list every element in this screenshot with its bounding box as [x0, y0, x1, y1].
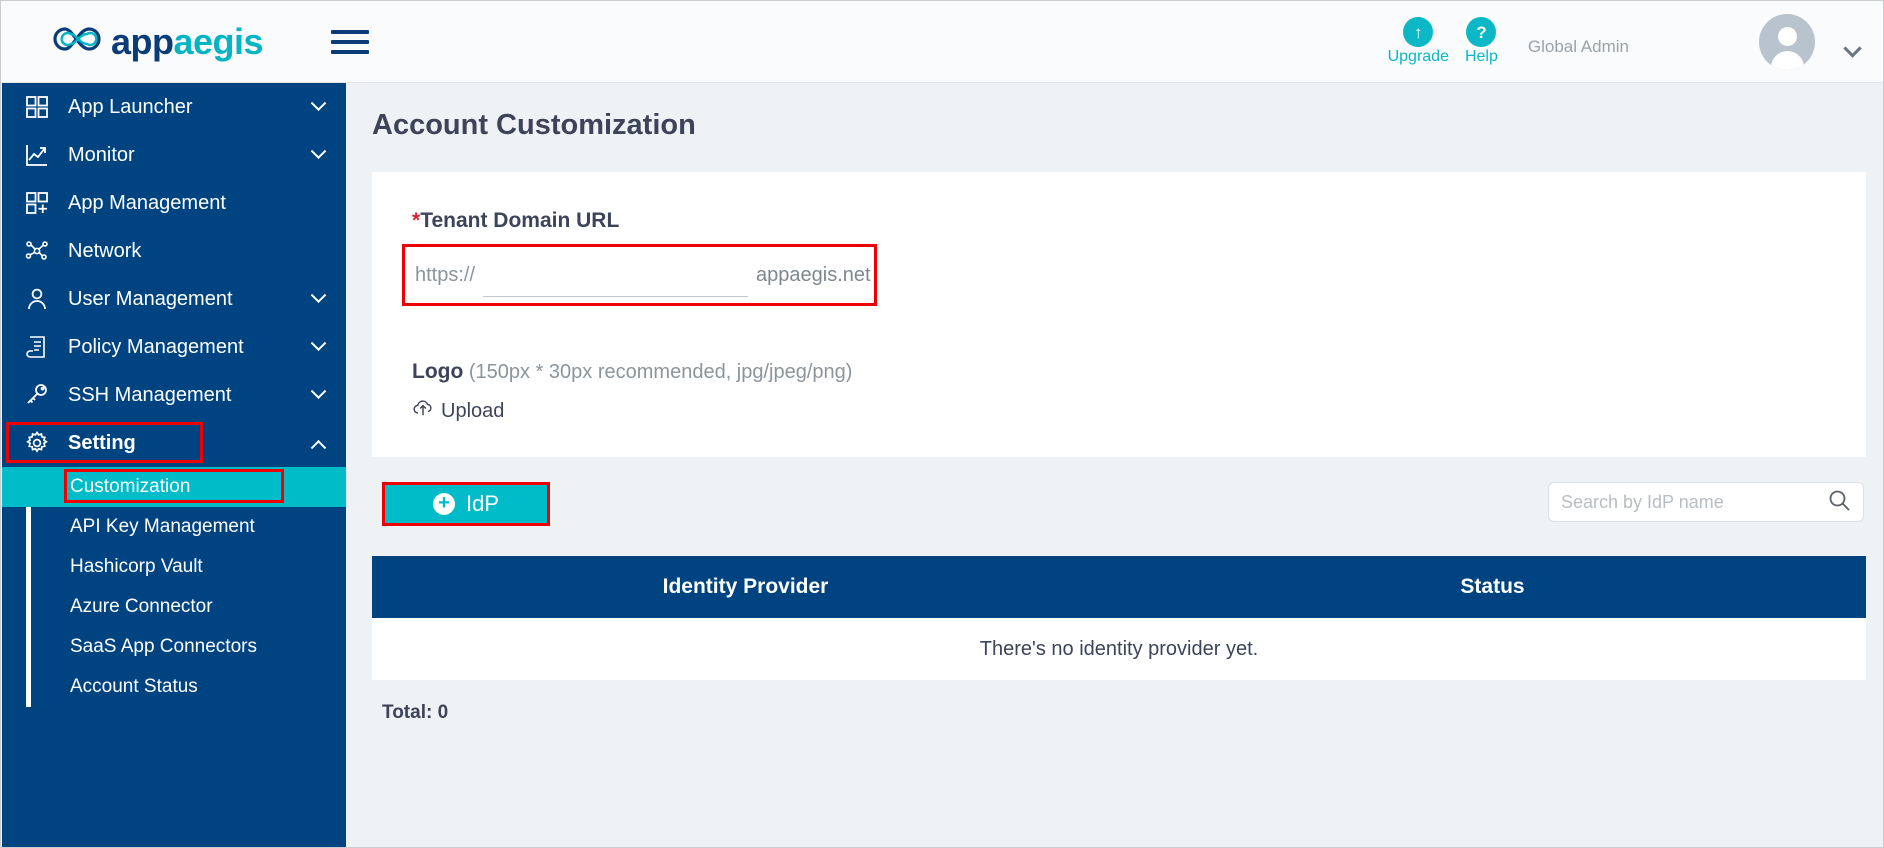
- sidebar-item-user-management[interactable]: User Management: [2, 275, 346, 323]
- sidebar-item-label: App Management: [68, 191, 226, 214]
- chevron-up-icon[interactable]: [310, 439, 327, 456]
- grid-icon: [16, 95, 58, 119]
- question-mark-icon: ?: [1466, 17, 1497, 47]
- sidebar-item-monitor[interactable]: Monitor: [2, 131, 346, 179]
- upgrade-label: Upgrade: [1387, 48, 1449, 65]
- sidebar-subitem-label: Azure Connector: [70, 596, 213, 617]
- sidebar-item-azure-connector[interactable]: Azure Connector: [2, 587, 346, 627]
- avatar-body: [1770, 50, 1804, 70]
- search-input[interactable]: [1561, 491, 1827, 513]
- total-count-label: Total: 0: [382, 702, 449, 723]
- sidebar-item-hashicorp-vault[interactable]: Hashicorp Vault: [2, 547, 346, 587]
- hamburger-bar: [331, 49, 370, 54]
- sidebar-item-label: SSH Management: [68, 383, 232, 406]
- customization-card: *Tenant Domain URL https:// appaegis.net…: [372, 172, 1866, 457]
- sidebar-subitem-label: SaaS App Connectors: [70, 636, 257, 657]
- tenant-domain-field-group: https:// appaegis.net: [402, 244, 877, 306]
- table-empty-message: There's no identity provider yet.: [372, 618, 1866, 680]
- page-title: Account Customization: [372, 109, 696, 141]
- help-button[interactable]: ? Help: [1465, 17, 1498, 66]
- sidebar-submenu-setting: Customization API Key Management Hashico…: [2, 467, 346, 707]
- sidebar: App Launcher Monitor App Management Netw…: [2, 83, 346, 847]
- sidebar-item-label: Policy Management: [68, 335, 244, 358]
- sidebar-item-policy-management[interactable]: Policy Management: [2, 323, 346, 371]
- avatar-head: [1777, 26, 1797, 46]
- add-idp-label: IdP: [465, 491, 500, 516]
- upgrade-button[interactable]: ↑ Upgrade: [1388, 17, 1449, 66]
- protocol-prefix: https://: [415, 263, 476, 286]
- chevron-down-icon[interactable]: [310, 334, 327, 351]
- network-nodes-icon: [16, 239, 58, 263]
- document-scroll-icon: [16, 335, 58, 359]
- hamburger-bar: [331, 29, 370, 34]
- upload-label: Upload: [441, 399, 505, 422]
- main-content: Account Customization *Tenant Domain URL…: [346, 83, 1883, 847]
- sidebar-item-label: User Management: [68, 287, 233, 310]
- grid-plus-icon: [16, 191, 58, 215]
- sidebar-item-saas-app-connectors[interactable]: SaaS App Connectors: [2, 627, 346, 667]
- sidebar-item-customization[interactable]: Customization: [2, 467, 346, 507]
- chart-line-icon: [16, 143, 58, 167]
- sidebar-item-label: Monitor: [68, 143, 135, 166]
- logo-hint: (150px * 30px recommended, jpg/jpeg/png): [468, 361, 853, 383]
- upload-button[interactable]: Upload: [412, 399, 504, 423]
- cloud-upload-icon: [412, 399, 441, 423]
- sidebar-item-ssh-management[interactable]: SSH Management: [2, 371, 346, 419]
- logo-section-label: Logo (150px * 30px recommended, jpg/jpeg…: [412, 360, 852, 384]
- up-arrow-icon: ↑: [1403, 17, 1434, 47]
- account-menu[interactable]: [1629, 13, 1862, 70]
- header-actions: ↑ Upgrade ? Help Global Admin: [1388, 13, 1883, 70]
- infinity-logo-icon: [49, 23, 105, 60]
- hamburger-bar: [331, 39, 370, 44]
- chevron-down-icon[interactable]: [310, 94, 327, 111]
- column-header-identity-provider: Identity Provider: [662, 575, 829, 598]
- idp-search-box[interactable]: [1548, 482, 1864, 522]
- search-icon[interactable]: [1827, 488, 1863, 517]
- sidebar-subitem-label: Hashicorp Vault: [70, 556, 203, 577]
- tenant-domain-input[interactable]: [483, 259, 749, 297]
- chevron-down-icon[interactable]: [310, 286, 327, 303]
- table-header-row: Identity Provider Status: [372, 556, 1866, 618]
- brand-name-teal: aegis: [173, 20, 264, 62]
- brand-logo[interactable]: appaegis: [49, 20, 264, 63]
- sidebar-item-label: Setting: [68, 431, 136, 454]
- column-header-status: Status: [1460, 575, 1525, 598]
- app-window: appaegis ↑ Upgrade ? Help Global Admin A…: [0, 0, 1884, 848]
- idp-toolbar: + IdP: [372, 482, 1866, 534]
- gear-icon: [16, 431, 58, 455]
- tenant-domain-label: *Tenant Domain URL: [412, 209, 619, 233]
- user-icon: [16, 287, 58, 311]
- user-role-label: Global Admin: [1527, 36, 1629, 56]
- sidebar-item-setting[interactable]: Setting: [2, 419, 346, 467]
- plus-circle-icon: +: [432, 493, 455, 515]
- help-label: Help: [1464, 48, 1498, 65]
- domain-suffix: appaegis.net: [756, 263, 871, 286]
- chevron-down-icon[interactable]: [310, 382, 327, 399]
- idp-table: Identity Provider Status There's no iden…: [372, 556, 1866, 680]
- sidebar-subitem-label: API Key Management: [70, 516, 255, 537]
- key-icon: [16, 383, 58, 407]
- sidebar-item-app-launcher[interactable]: App Launcher: [2, 83, 346, 131]
- sidebar-item-network[interactable]: Network: [2, 227, 346, 275]
- sidebar-item-label: App Launcher: [68, 95, 193, 118]
- add-idp-button[interactable]: + IdP: [382, 482, 550, 526]
- user-avatar-icon[interactable]: [1759, 13, 1815, 70]
- sidebar-item-app-management[interactable]: App Management: [2, 179, 346, 227]
- sidebar-subitem-label: Account Status: [70, 676, 198, 697]
- sidebar-subitem-label: Customization: [70, 476, 191, 497]
- sidebar-item-label: Network: [68, 239, 142, 262]
- tenant-domain-label-text: Tenant Domain URL: [420, 209, 620, 232]
- required-asterisk: *: [412, 209, 421, 232]
- sidebar-item-api-key-management[interactable]: API Key Management: [2, 507, 346, 547]
- app-header: appaegis ↑ Upgrade ? Help Global Admin: [1, 1, 1883, 83]
- chevron-down-icon[interactable]: [310, 142, 327, 159]
- brand-name-dark: app: [111, 20, 174, 62]
- logo-label: Logo: [412, 360, 464, 383]
- sidebar-item-account-status[interactable]: Account Status: [2, 667, 346, 707]
- hamburger-menu-icon[interactable]: [331, 29, 370, 54]
- brand-name: appaegis: [111, 20, 264, 63]
